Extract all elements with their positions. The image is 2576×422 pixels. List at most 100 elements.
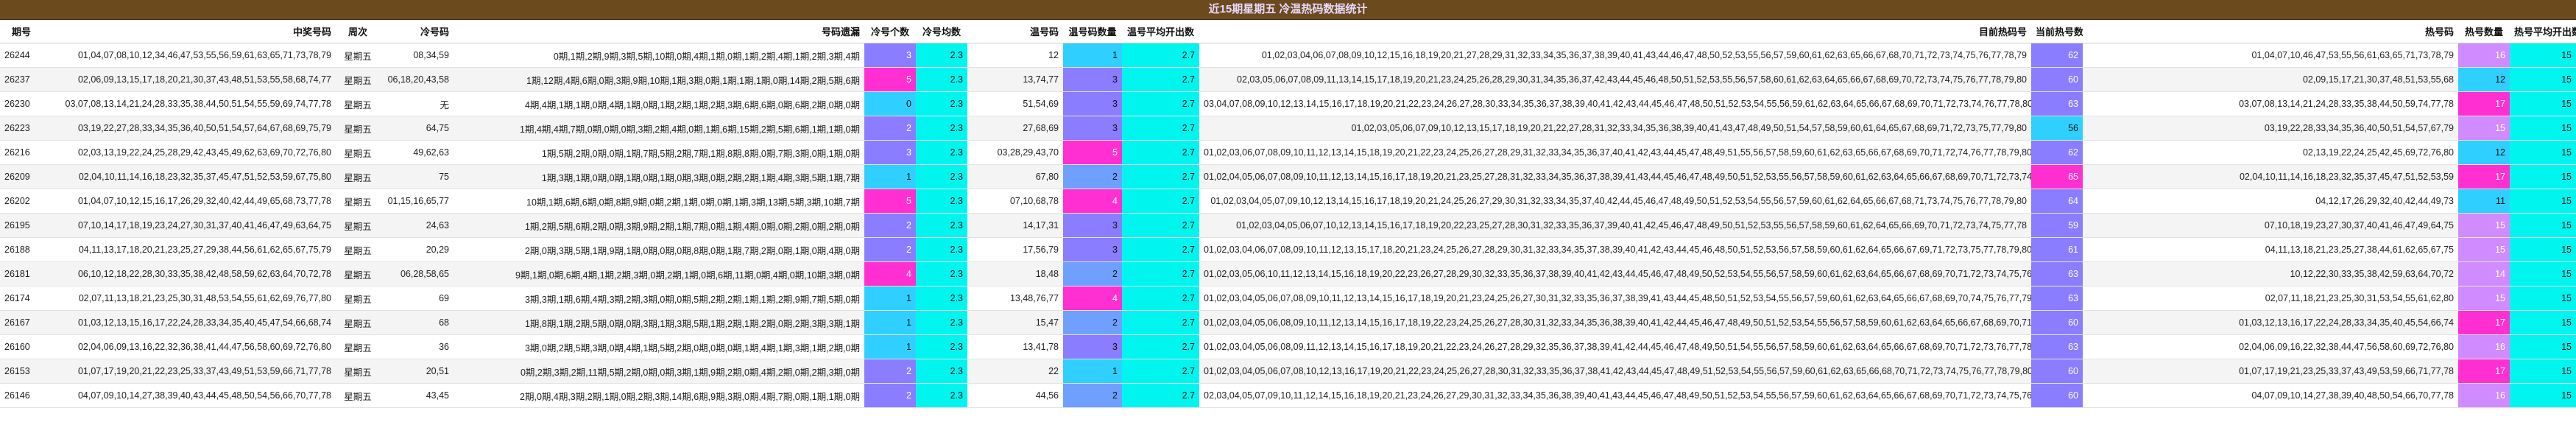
col-header-period: 期号 [0, 20, 43, 43]
cell-cold-count: 2 [864, 383, 916, 408]
cell-warm-numbers: 67,80 [967, 164, 1063, 189]
cell-warm-count: 2 [1063, 310, 1122, 335]
cell-cold-average: 2.3 [916, 116, 967, 141]
col-header-current-hot-count: 当前热号数 [2031, 20, 2083, 43]
table-row: 26188 04,11,13,17,18,20,21,23,25,27,29,38… [0, 237, 2576, 262]
col-header-warm-count: 温号码数量 [1063, 20, 1122, 43]
cell-hot-numbers: 01,04,07,10,46,47,53,55,56,61,63,65,71,7… [2083, 43, 2458, 68]
cell-winning-numbers: 03,19,22,27,28,33,34,35,36,40,50,51,54,5… [43, 116, 336, 141]
cell-cold-numbers: 20,29 [380, 237, 454, 262]
cell-hot-numbers: 10,12,22,30,33,35,38,42,59,63,64,70,72 [2083, 261, 2458, 286]
cell-cold-count: 1 [864, 334, 916, 359]
cell-cold-count: 5 [864, 67, 916, 92]
cell-hot-count: 14 [2458, 261, 2510, 286]
cell-warm-count: 3 [1063, 237, 1122, 262]
cell-warm-average: 2.7 [1122, 189, 1199, 214]
cell-current-hot-count: 62 [2031, 43, 2083, 68]
cell-hot-count: 17 [2458, 164, 2510, 189]
cell-cold-count: 2 [864, 359, 916, 384]
cell-hot-count: 16 [2458, 334, 2510, 359]
cell-winning-numbers: 01,03,12,13,15,16,17,22,24,28,33,34,35,4… [43, 310, 336, 335]
cell-cold-average: 2.3 [916, 91, 967, 116]
cell-warm-count: 3 [1063, 116, 1122, 141]
cell-current-hot-numbers: 02,03,05,06,07,08,09,11,13,14,15,17,18,1… [1199, 67, 2031, 92]
cell-cold-average: 2.3 [916, 261, 967, 286]
cell-current-hot-count: 62 [2031, 140, 2083, 165]
cell-hot-count: 17 [2458, 359, 2510, 384]
cell-cold-average: 2.3 [916, 164, 967, 189]
cell-hot-count: 15 [2458, 237, 2510, 262]
table-row: 26209 02,04,10,11,14,16,18,23,32,35,37,45… [0, 164, 2576, 189]
cell-weekday: 星期五 [336, 189, 380, 214]
cell-winning-numbers: 04,07,09,10,14,27,38,39,40,43,44,45,48,5… [43, 383, 336, 408]
cell-current-hot-numbers: 01,02,03,04,06,07,08,09,10,12,15,16,18,1… [1199, 43, 2031, 68]
cell-winning-numbers: 02,03,13,19,22,24,25,28,29,42,43,45,49,6… [43, 140, 336, 165]
cell-weekday: 星期五 [336, 383, 380, 408]
cell-hot-numbers: 04,07,09,10,14,27,38,39,40,48,50,54,66,7… [2083, 383, 2458, 408]
cell-cold-numbers: 36 [380, 334, 454, 359]
cell-warm-average: 2.7 [1122, 383, 1199, 408]
table-row: 26160 02,04,06,09,13,16,22,32,36,38,41,44… [0, 334, 2576, 359]
cell-period: 26237 [0, 67, 43, 92]
cell-weekday: 星期五 [336, 116, 380, 141]
cell-warm-count: 3 [1063, 67, 1122, 92]
table-row: 26216 02,03,13,19,22,24,25,28,29,42,43,45… [0, 140, 2576, 165]
cell-warm-numbers: 13,74,77 [967, 67, 1063, 92]
cell-weekday: 星期五 [336, 286, 380, 311]
table-row: 26174 02,07,11,13,18,21,23,25,30,31,48,53… [0, 286, 2576, 311]
cell-cold-count: 1 [864, 286, 916, 311]
cell-warm-average: 2.7 [1122, 286, 1199, 311]
cell-weekday: 星期五 [336, 310, 380, 335]
header-row: 期号 中奖号码 周次 冷号码 号码遗漏 冷号个数 冷号均数 温号码 温号码数量 … [0, 20, 2576, 43]
cell-cold-count: 3 [864, 43, 916, 68]
cell-current-hot-numbers: 03,04,07,08,09,10,12,13,14,15,16,17,18,1… [1199, 91, 2031, 116]
cell-current-hot-numbers: 01,02,03,04,05,06,07,08,10,12,13,16,17,1… [1199, 359, 2031, 384]
cell-hot-average: 15 [2510, 189, 2576, 214]
cell-current-hot-count: 60 [2031, 383, 2083, 408]
cell-omission: 1期,3期,1期,0期,0期,1期,0期,1期,0期,3期,0期,2期,2期,1… [454, 164, 864, 189]
cell-warm-count: 1 [1063, 359, 1122, 384]
table-row: 26244 01,04,07,08,10,12,34,46,47,53,55,56… [0, 43, 2576, 68]
cell-cold-count: 1 [864, 310, 916, 335]
cell-period: 26181 [0, 261, 43, 286]
cell-hot-average: 15 [2510, 334, 2576, 359]
cell-current-hot-count: 61 [2031, 237, 2083, 262]
cell-warm-count: 4 [1063, 189, 1122, 214]
col-header-cold-count: 冷号个数 [864, 20, 916, 43]
cell-hot-numbers: 02,09,15,17,21,30,37,48,51,53,55,68 [2083, 67, 2458, 92]
cell-period: 26244 [0, 43, 43, 68]
cell-warm-count: 2 [1063, 261, 1122, 286]
cell-current-hot-count: 59 [2031, 213, 2083, 238]
cell-current-hot-count: 65 [2031, 164, 2083, 189]
cell-hot-numbers: 01,07,17,19,21,23,25,33,37,43,49,53,59,6… [2083, 359, 2458, 384]
cell-hot-numbers: 02,07,11,18,21,23,25,30,31,53,54,55,61,6… [2083, 286, 2458, 311]
cell-weekday: 星期五 [336, 140, 380, 165]
cell-period: 26153 [0, 359, 43, 384]
cell-warm-numbers: 17,56,79 [967, 237, 1063, 262]
cell-cold-numbers: 无 [380, 91, 454, 116]
cell-hot-numbers: 03,07,08,13,14,21,24,28,33,35,38,44,50,5… [2083, 91, 2458, 116]
cell-warm-count: 4 [1063, 286, 1122, 311]
cell-warm-count: 3 [1063, 213, 1122, 238]
cell-hot-numbers: 01,03,12,13,16,17,22,24,28,33,34,35,40,4… [2083, 310, 2458, 335]
cell-warm-count: 3 [1063, 91, 1122, 116]
cell-weekday: 星期五 [336, 213, 380, 238]
col-header-omission: 号码遗漏 [454, 20, 864, 43]
cell-omission: 1期,12期,4期,6期,0期,3期,9期,10期,1期,3期,0期,1期,1期… [454, 67, 864, 92]
cell-current-hot-count: 56 [2031, 116, 2083, 141]
cell-period: 26195 [0, 213, 43, 238]
cell-hot-numbers: 03,19,22,28,33,34,35,36,40,50,51,54,57,6… [2083, 116, 2458, 141]
cell-period: 26216 [0, 140, 43, 165]
cell-hot-count: 16 [2458, 43, 2510, 68]
cell-current-hot-count: 63 [2031, 334, 2083, 359]
cell-current-hot-count: 63 [2031, 286, 2083, 311]
cell-hot-average: 15 [2510, 67, 2576, 92]
cell-hot-average: 15 [2510, 286, 2576, 311]
cell-hot-count: 15 [2458, 213, 2510, 238]
cell-warm-average: 2.7 [1122, 43, 1199, 68]
cell-warm-count: 1 [1063, 43, 1122, 68]
cell-cold-count: 1 [864, 164, 916, 189]
cell-omission: 10期,1期,6期,6期,0期,8期,9期,0期,2期,1期,0期,0期,1期,… [454, 189, 864, 214]
cell-hot-numbers: 02,04,06,09,16,22,32,38,44,47,56,58,60,6… [2083, 334, 2458, 359]
cell-cold-average: 2.3 [916, 359, 967, 384]
